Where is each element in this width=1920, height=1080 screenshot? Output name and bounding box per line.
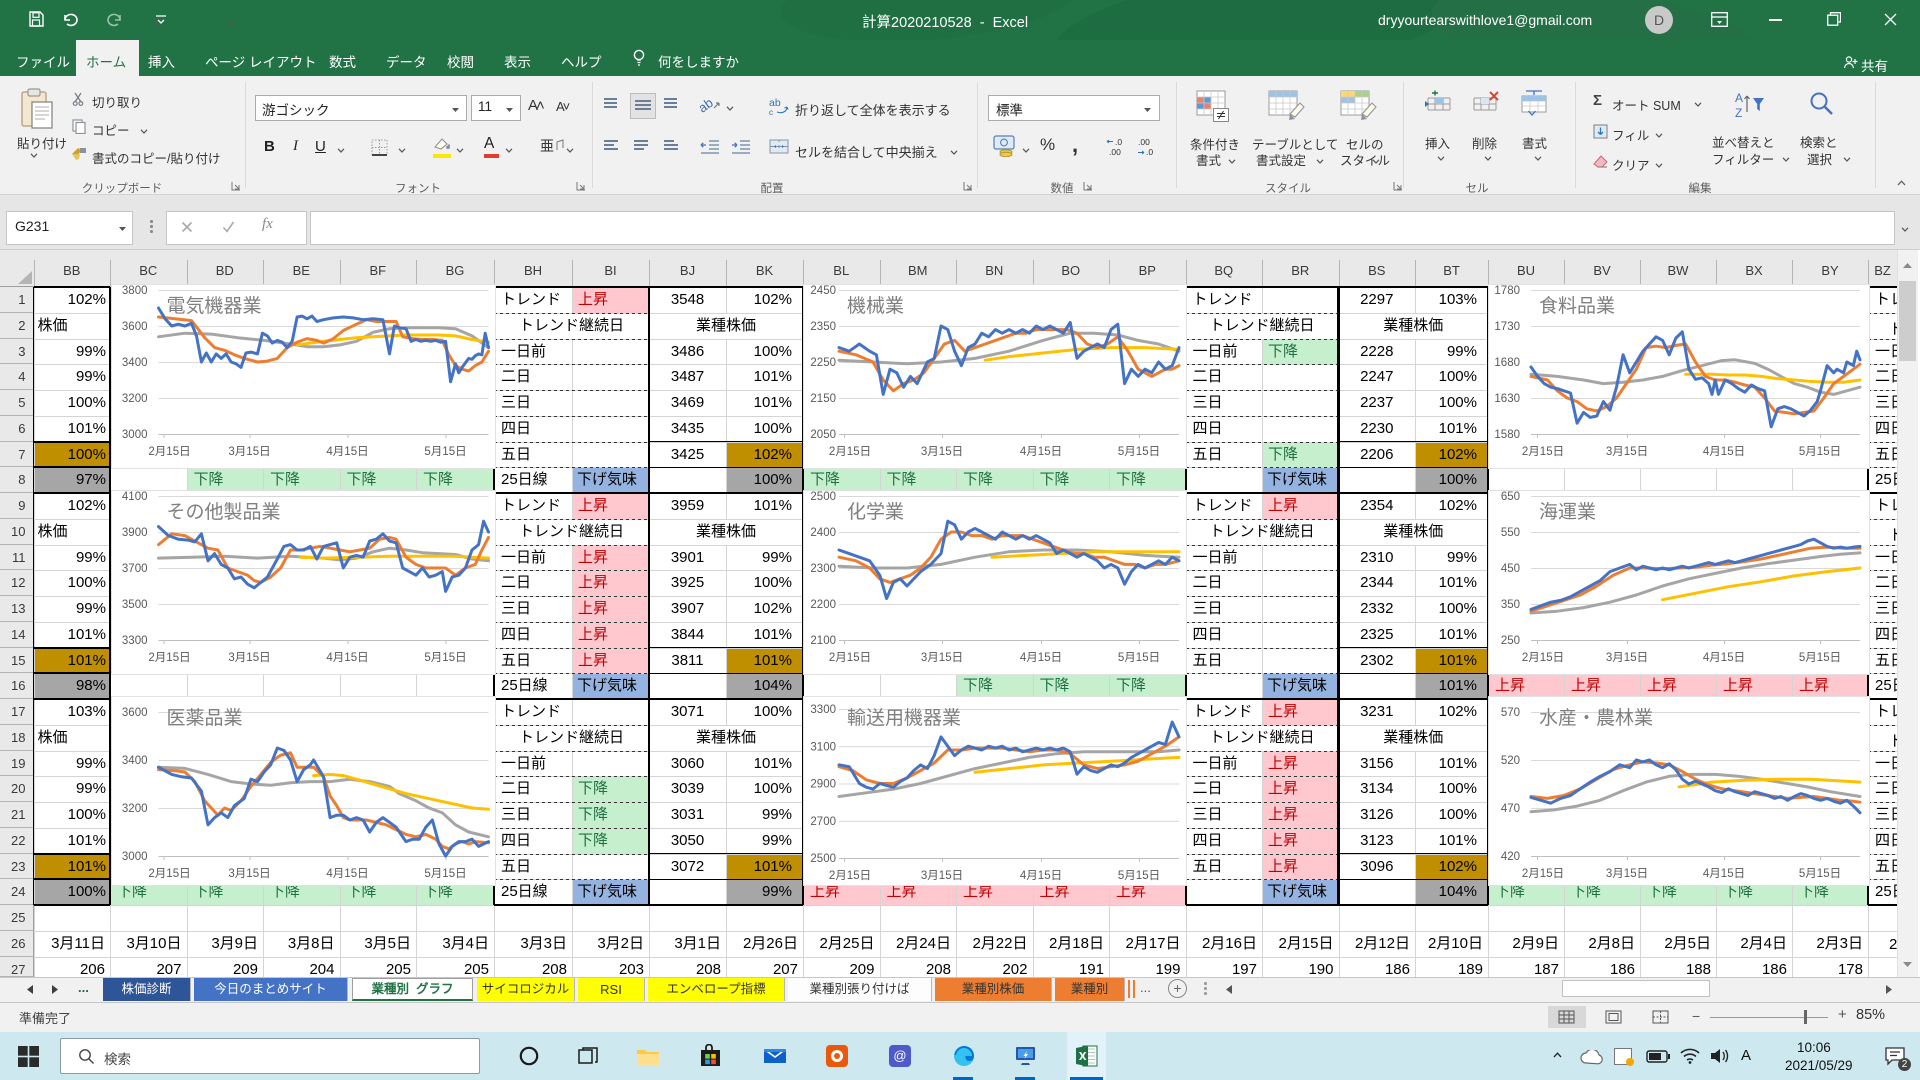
svg-text:2月15日: 2月15日 <box>829 652 871 664</box>
svg-text:電気機器業: 電気機器業 <box>166 295 261 317</box>
svg-text:5月15日: 5月15日 <box>1799 446 1841 458</box>
svg-text:2300: 2300 <box>810 563 836 575</box>
svg-text:5月15日: 5月15日 <box>1799 868 1841 880</box>
svg-text:2700: 2700 <box>810 816 836 828</box>
svg-text:化学業: 化学業 <box>847 501 904 523</box>
svg-text:3月15日: 3月15日 <box>228 868 270 880</box>
svg-text:c: c <box>769 108 773 116</box>
svg-text:450: 450 <box>1501 563 1520 575</box>
svg-text:4月15日: 4月15日 <box>1703 652 1745 664</box>
svg-text:2月15日: 2月15日 <box>1522 868 1564 880</box>
svg-text:3300: 3300 <box>810 704 836 716</box>
svg-text:2月15日: 2月15日 <box>148 868 190 880</box>
svg-text:2500: 2500 <box>810 491 836 503</box>
svg-text:5月15日: 5月15日 <box>1118 870 1160 882</box>
svg-text:4100: 4100 <box>121 491 147 503</box>
svg-text:A: A <box>1735 91 1743 105</box>
svg-text:1630: 1630 <box>1494 393 1520 405</box>
svg-text:2月15日: 2月15日 <box>829 446 871 458</box>
svg-text:470: 470 <box>1501 803 1520 815</box>
svg-text:3200: 3200 <box>121 393 147 405</box>
svg-text:3300: 3300 <box>121 635 147 647</box>
svg-text:3900: 3900 <box>121 527 147 539</box>
svg-text:3月15日: 3月15日 <box>1606 652 1648 664</box>
svg-text:3500: 3500 <box>121 599 147 611</box>
svg-text:650: 650 <box>1501 491 1520 503</box>
svg-text:3800: 3800 <box>121 285 147 297</box>
svg-text:3000: 3000 <box>121 851 147 863</box>
svg-text:3月15日: 3月15日 <box>1606 868 1648 880</box>
svg-text:570: 570 <box>1501 707 1520 719</box>
svg-text:5月15日: 5月15日 <box>1799 652 1841 664</box>
svg-text:機械業: 機械業 <box>847 295 904 317</box>
svg-text:4月15日: 4月15日 <box>326 652 368 664</box>
svg-text:3月15日: 3月15日 <box>921 446 963 458</box>
svg-text:輸送用機器業: 輸送用機器業 <box>847 707 961 729</box>
svg-text:3600: 3600 <box>121 707 147 719</box>
svg-text:.00: .00 <box>1138 138 1150 147</box>
svg-text:3700: 3700 <box>121 563 147 575</box>
svg-text:3月15日: 3月15日 <box>1606 446 1648 458</box>
svg-text:医薬品業: 医薬品業 <box>166 707 242 729</box>
svg-text:その他製品業: その他製品業 <box>166 501 280 523</box>
svg-text:250: 250 <box>1501 635 1520 647</box>
svg-text:3400: 3400 <box>121 755 147 767</box>
svg-text:2100: 2100 <box>810 635 836 647</box>
svg-text:5月15日: 5月15日 <box>424 446 466 458</box>
svg-text:3000: 3000 <box>121 429 147 441</box>
svg-text:ab: ab <box>700 96 716 114</box>
svg-text:3200: 3200 <box>121 803 147 815</box>
svg-text:1780: 1780 <box>1494 285 1520 297</box>
svg-text:4月15日: 4月15日 <box>1020 446 1062 458</box>
svg-text:550: 550 <box>1501 527 1520 539</box>
svg-text:2月15日: 2月15日 <box>148 446 190 458</box>
svg-text:5月15日: 5月15日 <box>1118 652 1160 664</box>
svg-text:5月15日: 5月15日 <box>424 652 466 664</box>
svg-text:1730: 1730 <box>1494 321 1520 333</box>
svg-text:2250: 2250 <box>810 357 836 369</box>
svg-text:2050: 2050 <box>810 429 836 441</box>
svg-text:.00: .00 <box>1109 147 1121 156</box>
svg-text:3100: 3100 <box>810 741 836 753</box>
svg-text:2月15日: 2月15日 <box>1522 446 1564 458</box>
svg-text:5月15日: 5月15日 <box>1118 446 1160 458</box>
svg-text:420: 420 <box>1501 851 1520 863</box>
svg-text:海運業: 海運業 <box>1539 501 1596 523</box>
svg-text:4月15日: 4月15日 <box>326 446 368 458</box>
svg-text:Z: Z <box>1735 106 1742 120</box>
svg-text:3月15日: 3月15日 <box>921 652 963 664</box>
svg-text:2350: 2350 <box>810 321 836 333</box>
svg-text:1680: 1680 <box>1494 357 1520 369</box>
svg-text:4月15日: 4月15日 <box>1020 870 1062 882</box>
svg-text:2400: 2400 <box>810 527 836 539</box>
svg-text:4月15日: 4月15日 <box>1020 652 1062 664</box>
svg-text:2月15日: 2月15日 <box>148 652 190 664</box>
svg-text:2月15日: 2月15日 <box>1522 652 1564 664</box>
svg-text:.0: .0 <box>1146 147 1153 156</box>
svg-text:.0: .0 <box>1115 138 1122 147</box>
svg-text:2月15日: 2月15日 <box>829 870 871 882</box>
svg-text:3月15日: 3月15日 <box>228 446 270 458</box>
svg-text:5月15日: 5月15日 <box>424 868 466 880</box>
svg-text:3600: 3600 <box>121 321 147 333</box>
svg-text:3月15日: 3月15日 <box>228 652 270 664</box>
svg-text:3400: 3400 <box>121 357 147 369</box>
svg-text:4月15日: 4月15日 <box>326 868 368 880</box>
svg-text:350: 350 <box>1501 599 1520 611</box>
svg-text:水産・農林業: 水産・農林業 <box>1539 707 1653 729</box>
svg-text:4月15日: 4月15日 <box>1703 446 1745 458</box>
svg-text:1580: 1580 <box>1494 429 1520 441</box>
svg-text:2200: 2200 <box>810 599 836 611</box>
svg-text:520: 520 <box>1501 755 1520 767</box>
svg-text:2450: 2450 <box>810 285 836 297</box>
svg-text:3月15日: 3月15日 <box>921 870 963 882</box>
svg-text:2150: 2150 <box>810 393 836 405</box>
svg-text:4月15日: 4月15日 <box>1703 868 1745 880</box>
svg-text:2500: 2500 <box>810 853 836 865</box>
svg-text:食料品業: 食料品業 <box>1539 295 1615 317</box>
svg-text:2900: 2900 <box>810 779 836 791</box>
